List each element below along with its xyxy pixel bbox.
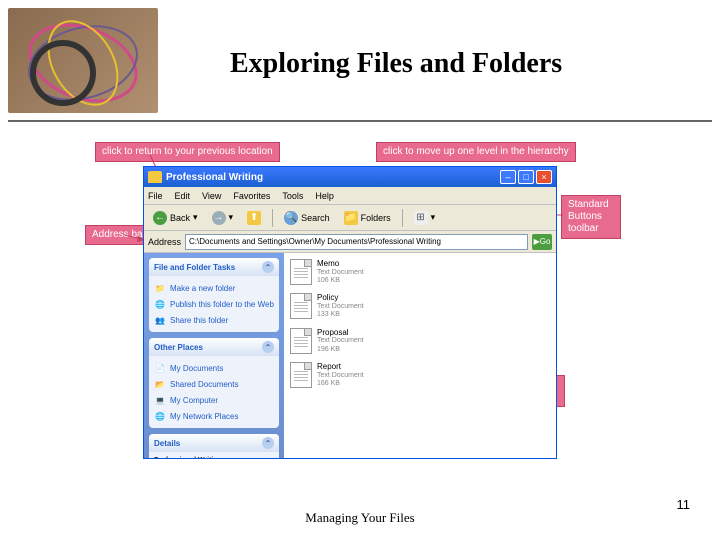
place-my-computer[interactable]: 💻My Computer <box>154 392 274 408</box>
chevron-down-icon: ▾ <box>431 212 436 223</box>
panel-places-header[interactable]: Other Places ⌃ <box>149 338 279 356</box>
window-title: Professional Writing <box>166 172 500 183</box>
panel-details: Details ⌃ Professional Writing File Fold… <box>149 434 279 458</box>
new-folder-icon: 📁 <box>154 282 166 294</box>
chevron-down-icon: ▾ <box>193 212 198 223</box>
panel-tasks-header[interactable]: File and Folder Tasks ⌃ <box>149 258 279 276</box>
maximize-button[interactable]: □ <box>518 170 534 184</box>
divider <box>8 120 712 122</box>
callout-up: click to move up one level in the hierar… <box>376 142 576 162</box>
standard-toolbar: ← Back ▾ → ▾ ⬆ 🔍 Search 📁 Folders <box>144 205 556 231</box>
place-shared-documents[interactable]: 📂Shared Documents <box>154 376 274 392</box>
share-icon: 👥 <box>154 314 166 326</box>
explorer-window: Professional Writing – □ × File Edit Vie… <box>143 166 557 459</box>
file-item[interactable]: PolicyText Document133 KB <box>290 293 550 319</box>
computer-icon: 💻 <box>154 394 166 406</box>
place-my-documents[interactable]: 📄My Documents <box>154 360 274 376</box>
collapse-icon: ⌃ <box>262 341 274 353</box>
task-new-folder[interactable]: 📁Make a new folder <box>154 280 274 296</box>
close-button[interactable]: × <box>536 170 552 184</box>
menu-view[interactable]: View <box>202 191 221 201</box>
place-network[interactable]: 🌐My Network Places <box>154 408 274 424</box>
address-input[interactable] <box>185 234 528 250</box>
menu-edit[interactable]: Edit <box>175 191 191 201</box>
back-icon: ← <box>153 211 167 225</box>
address-bar: Address ▶ Go <box>144 231 556 253</box>
views-icon: ⊞ <box>414 211 428 225</box>
slide-logo <box>8 8 158 113</box>
text-file-icon <box>290 259 312 285</box>
text-file-icon <box>290 362 312 388</box>
file-item[interactable]: MemoText Document106 KB <box>290 259 550 285</box>
callout-toolbar: Standard Buttons toolbar <box>561 195 621 239</box>
address-label: Address <box>148 237 181 247</box>
publish-icon: 🌐 <box>154 298 166 310</box>
detail-name: Professional Writing <box>154 456 274 458</box>
panel-places: Other Places ⌃ 📄My Documents 📂Shared Doc… <box>149 338 279 428</box>
page-number: 11 <box>677 497 691 512</box>
chevron-down-icon: ▾ <box>229 212 234 223</box>
panel-details-header[interactable]: Details ⌃ <box>149 434 279 452</box>
task-publish[interactable]: 🌐Publish this folder to the Web <box>154 296 274 312</box>
file-list: MemoText Document106 KB PolicyText Docum… <box>284 253 556 458</box>
go-button[interactable]: ▶ Go <box>532 234 552 250</box>
collapse-icon: ⌃ <box>262 437 274 449</box>
search-button[interactable]: 🔍 Search <box>279 209 335 227</box>
menu-help[interactable]: Help <box>315 191 334 201</box>
forward-icon: → <box>212 211 226 225</box>
network-icon: 🌐 <box>154 410 166 422</box>
task-share[interactable]: 👥Share this folder <box>154 312 274 328</box>
text-file-icon <box>290 293 312 319</box>
separator <box>402 209 403 227</box>
documents-icon: 📄 <box>154 362 166 374</box>
menu-favorites[interactable]: Favorites <box>233 191 270 201</box>
file-item[interactable]: ReportText Document166 KB <box>290 362 550 388</box>
menubar: File Edit View Favorites Tools Help <box>144 187 556 205</box>
slide-title: Exploring Files and Folders <box>230 48 562 80</box>
collapse-icon: ⌃ <box>262 261 274 273</box>
folders-icon: 📁 <box>344 211 358 225</box>
views-button[interactable]: ⊞ ▾ <box>409 209 441 227</box>
forward-button[interactable]: → ▾ <box>207 209 239 227</box>
shared-icon: 📂 <box>154 378 166 390</box>
panel-tasks: File and Folder Tasks ⌃ 📁Make a new fold… <box>149 258 279 332</box>
menu-file[interactable]: File <box>148 191 163 201</box>
up-icon: ⬆ <box>247 211 261 225</box>
file-item[interactable]: ProposalText Document196 KB <box>290 328 550 354</box>
folder-icon <box>148 171 162 183</box>
folders-button[interactable]: 📁 Folders <box>339 209 396 227</box>
titlebar[interactable]: Professional Writing – □ × <box>144 167 556 187</box>
text-file-icon <box>290 328 312 354</box>
back-button[interactable]: ← Back ▾ <box>148 209 203 227</box>
minimize-button[interactable]: – <box>500 170 516 184</box>
menu-tools[interactable]: Tools <box>282 191 303 201</box>
up-button[interactable]: ⬆ <box>242 209 266 227</box>
slide-footer: Managing Your Files <box>0 510 720 526</box>
search-icon: 🔍 <box>284 211 298 225</box>
task-pane: File and Folder Tasks ⌃ 📁Make a new fold… <box>144 253 284 458</box>
separator <box>272 209 273 227</box>
